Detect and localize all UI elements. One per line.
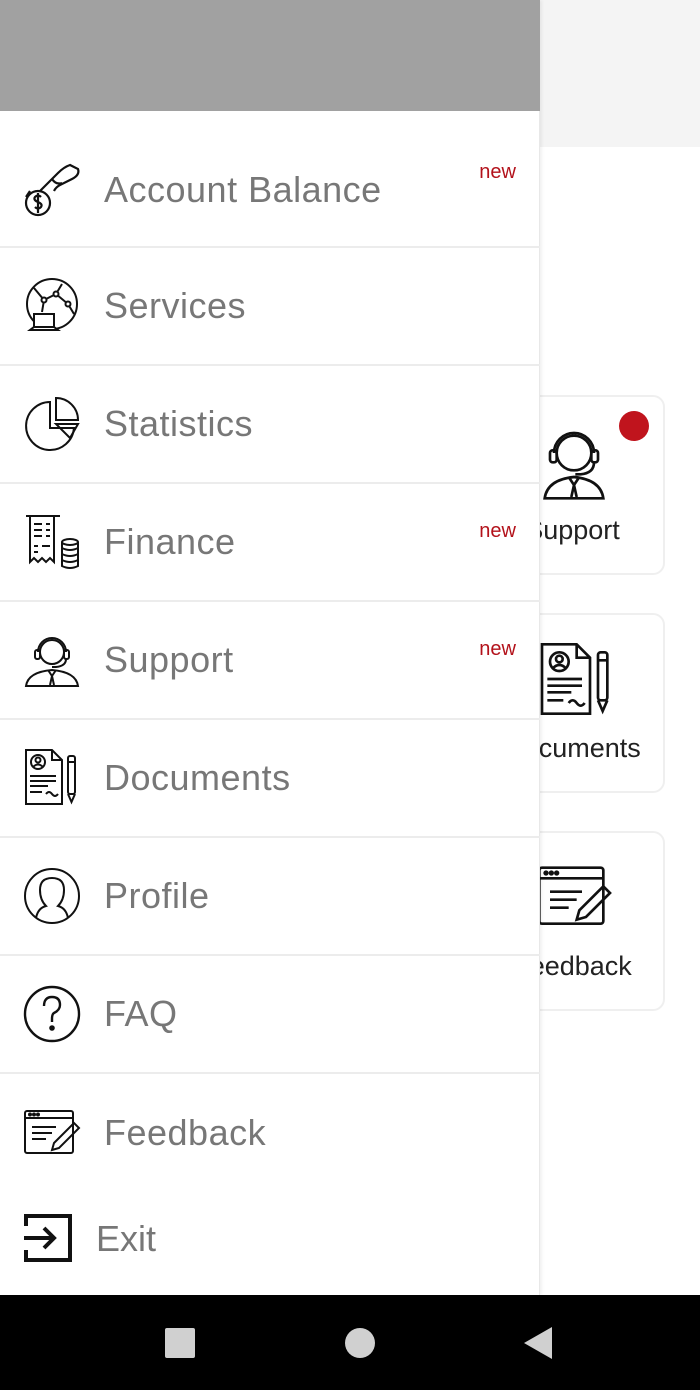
menu-item-account-balance[interactable]: Account Balance new (0, 111, 540, 248)
notification-dot (619, 411, 649, 441)
feedback-icon (538, 866, 612, 925)
drawer-menu: Account Balance new Services Statistics (0, 111, 540, 1192)
system-nav-bar (0, 1295, 700, 1390)
support-agent-icon (543, 431, 605, 500)
menu-item-label: Statistics (104, 403, 254, 444)
navigation-drawer: Account Balance new Services Statistics (0, 0, 540, 1295)
menu-item-label: Support (104, 639, 234, 680)
menu-item-documents[interactable]: Documents (0, 720, 540, 838)
drawer-header (0, 0, 540, 111)
circle-icon (345, 1327, 375, 1358)
menu-item-label: Account Balance (104, 169, 382, 210)
new-badge: new (479, 638, 516, 660)
support-agent-icon (24, 637, 80, 687)
home-button[interactable] (310, 1295, 410, 1390)
receipt-coins-icon (26, 515, 79, 569)
menu-item-feedback[interactable]: Feedback (0, 1074, 540, 1192)
menu-item-label: FAQ (104, 993, 178, 1034)
new-badge: new (479, 161, 516, 183)
exit-icon (24, 1214, 72, 1262)
menu-item-statistics[interactable]: Statistics (0, 366, 540, 484)
pie-chart-icon (25, 396, 80, 451)
back-triangle-icon (524, 1326, 552, 1359)
feedback-icon (24, 1110, 81, 1154)
menu-item-label: Profile (104, 875, 210, 916)
menu-item-label: Services (104, 285, 247, 326)
menu-item-label: Documents (104, 757, 291, 798)
menu-item-finance[interactable]: Finance new (0, 484, 540, 602)
menu-item-faq[interactable]: FAQ (0, 956, 540, 1074)
menu-item-support[interactable]: Support new (0, 602, 540, 720)
new-badge: new (479, 520, 516, 542)
menu-item-label: Feedback (104, 1112, 267, 1153)
recent-apps-button[interactable] (130, 1295, 230, 1390)
exit-label: Exit (96, 1218, 157, 1259)
menu-item-profile[interactable]: Profile (0, 838, 540, 956)
documents-icon (25, 749, 76, 805)
menu-item-exit[interactable]: Exit (0, 1190, 540, 1290)
menu-item-label: Finance (104, 521, 236, 562)
documents-icon (540, 643, 609, 715)
question-icon (23, 985, 81, 1043)
square-icon (165, 1327, 195, 1358)
globe-laptop-icon (26, 278, 78, 331)
back-button[interactable] (488, 1295, 588, 1390)
hand-coin-icon (24, 163, 80, 217)
profile-icon (24, 868, 80, 924)
menu-item-services[interactable]: Services (0, 248, 540, 366)
